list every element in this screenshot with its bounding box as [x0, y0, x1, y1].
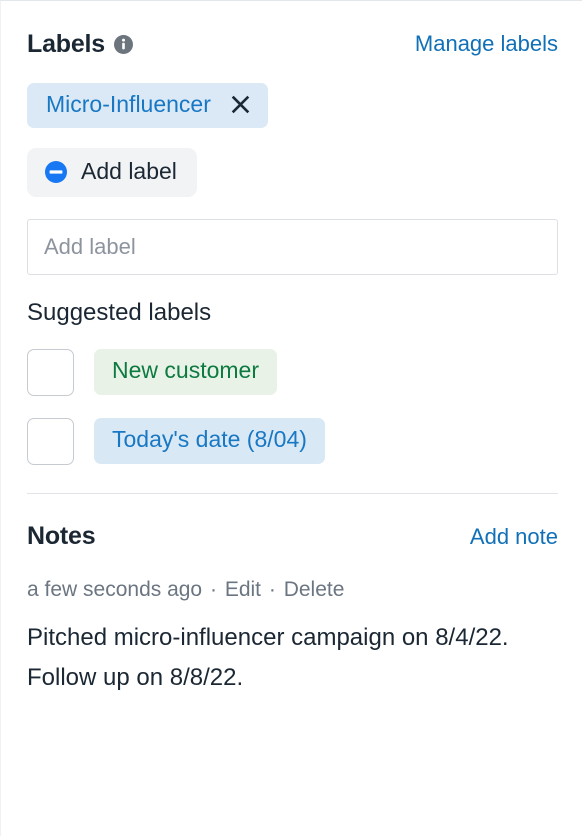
note-body-text: Pitched micro-influencer campaign on 8/4… [27, 623, 509, 691]
add-label-button-label: Add label [81, 158, 177, 185]
labels-section-header: Labels Manage labels [27, 27, 558, 61]
suggested-labels-list: New customer Today's date (8/04) [27, 348, 558, 465]
suggested-labels-heading: Suggested labels [27, 298, 212, 326]
labels-section: Labels Manage labels Micro-Influencer Ad… [1, 1, 582, 494]
add-label-button[interactable]: Add label [27, 148, 197, 197]
labels-title: Labels [27, 29, 105, 58]
note-meta-separator: · [268, 577, 276, 601]
info-circle-icon[interactable] [114, 34, 133, 54]
applied-labels-list: Micro-Influencer [27, 83, 558, 129]
notes-section-header: Notes Add note [27, 520, 558, 554]
suggested-label-chip-todays-date[interactable]: Today's date (8/04) [94, 418, 325, 464]
close-x-icon[interactable] [230, 94, 251, 115]
add-note-link[interactable]: Add note [470, 525, 558, 548]
suggested-label-row-todays-date: Today's date (8/04) [27, 417, 558, 465]
label-chip-text: Micro-Influencer [46, 91, 211, 117]
suggested-label-row-new-customer: New customer [27, 348, 558, 396]
suggested-label-text: New customer [112, 357, 259, 384]
note-timestamp: a few seconds ago [27, 577, 203, 601]
note-edit-link[interactable]: Edit [225, 578, 261, 601]
note-meta-row: a few seconds ago · Edit · Delete [27, 578, 558, 601]
add-label-input[interactable] [27, 218, 558, 275]
suggested-label-checkbox-todays-date[interactable] [27, 417, 74, 465]
labels-and-notes-panel: Labels Manage labels Micro-Influencer Ad… [0, 0, 582, 836]
note-delete-link[interactable]: Delete [284, 578, 345, 601]
suggested-label-chip-new-customer[interactable]: New customer [94, 349, 277, 395]
notes-section: Notes Add note a few seconds ago · Edit … [1, 494, 582, 698]
suggested-label-text: Today's date (8/04) [112, 426, 307, 453]
suggested-label-checkbox-new-customer[interactable] [27, 348, 74, 396]
notes-title: Notes [27, 522, 96, 551]
labels-title-group: Labels [27, 29, 133, 58]
minus-circle-icon [44, 160, 68, 184]
manage-labels-link[interactable]: Manage labels [415, 33, 558, 55]
note-meta-separator: · [209, 577, 217, 601]
label-chip-micro-influencer[interactable]: Micro-Influencer [27, 83, 268, 129]
